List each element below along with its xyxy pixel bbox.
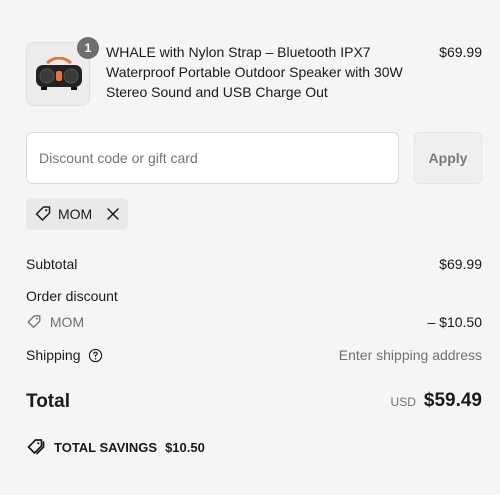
shipping-value: Enter shipping address	[338, 347, 482, 363]
subtotal-label: Subtotal	[26, 256, 78, 272]
tag-icon	[35, 206, 51, 221]
savings-value: $10.50	[165, 439, 205, 455]
subtotal-value: $69.99	[439, 256, 482, 272]
subtotal-row: Subtotal $69.99	[26, 254, 482, 274]
savings-tag-icon	[27, 439, 45, 455]
speaker-product-image	[36, 57, 82, 90]
total-label: Total	[26, 391, 70, 412]
discount-code-input[interactable]	[26, 132, 399, 184]
discount-code-label: MOM	[49, 314, 85, 330]
apply-button[interactable]: Apply	[414, 132, 482, 184]
discount-detail-row: MOM – $10.50	[26, 312, 482, 332]
cart-line-item: 1 WHALE with Nylon Strap – Bluetooth IPX…	[26, 37, 482, 110]
remove-discount-button[interactable]	[106, 207, 120, 221]
savings-label: TOTAL SAVINGS	[54, 439, 158, 455]
order-discount-label: Order discount	[26, 288, 118, 304]
tag-icon	[27, 315, 41, 328]
product-price: $69.99	[439, 44, 482, 60]
product-title: WHALE with Nylon Strap – Bluetooth IPX7 …	[106, 44, 403, 100]
total-amount-group: USD $59.49	[391, 390, 482, 412]
applied-discount-chip: MOM	[26, 198, 128, 230]
currency-code: USD	[390, 395, 416, 409]
total-savings: TOTAL SAVINGS $10.50	[26, 438, 205, 456]
quantity-badge: 1	[77, 37, 99, 59]
close-icon	[107, 208, 119, 220]
shipping-row: Shipping Enter shipping address	[26, 345, 482, 365]
discount-value: – $10.50	[427, 314, 483, 330]
applied-discount-code: MOM	[58, 206, 93, 222]
order-discount-row: Order discount	[26, 286, 482, 306]
total-value: $59.49	[423, 390, 482, 411]
shipping-label: Shipping	[26, 347, 81, 363]
product-thumbnail: 1	[26, 37, 99, 106]
help-icon[interactable]	[88, 348, 103, 363]
